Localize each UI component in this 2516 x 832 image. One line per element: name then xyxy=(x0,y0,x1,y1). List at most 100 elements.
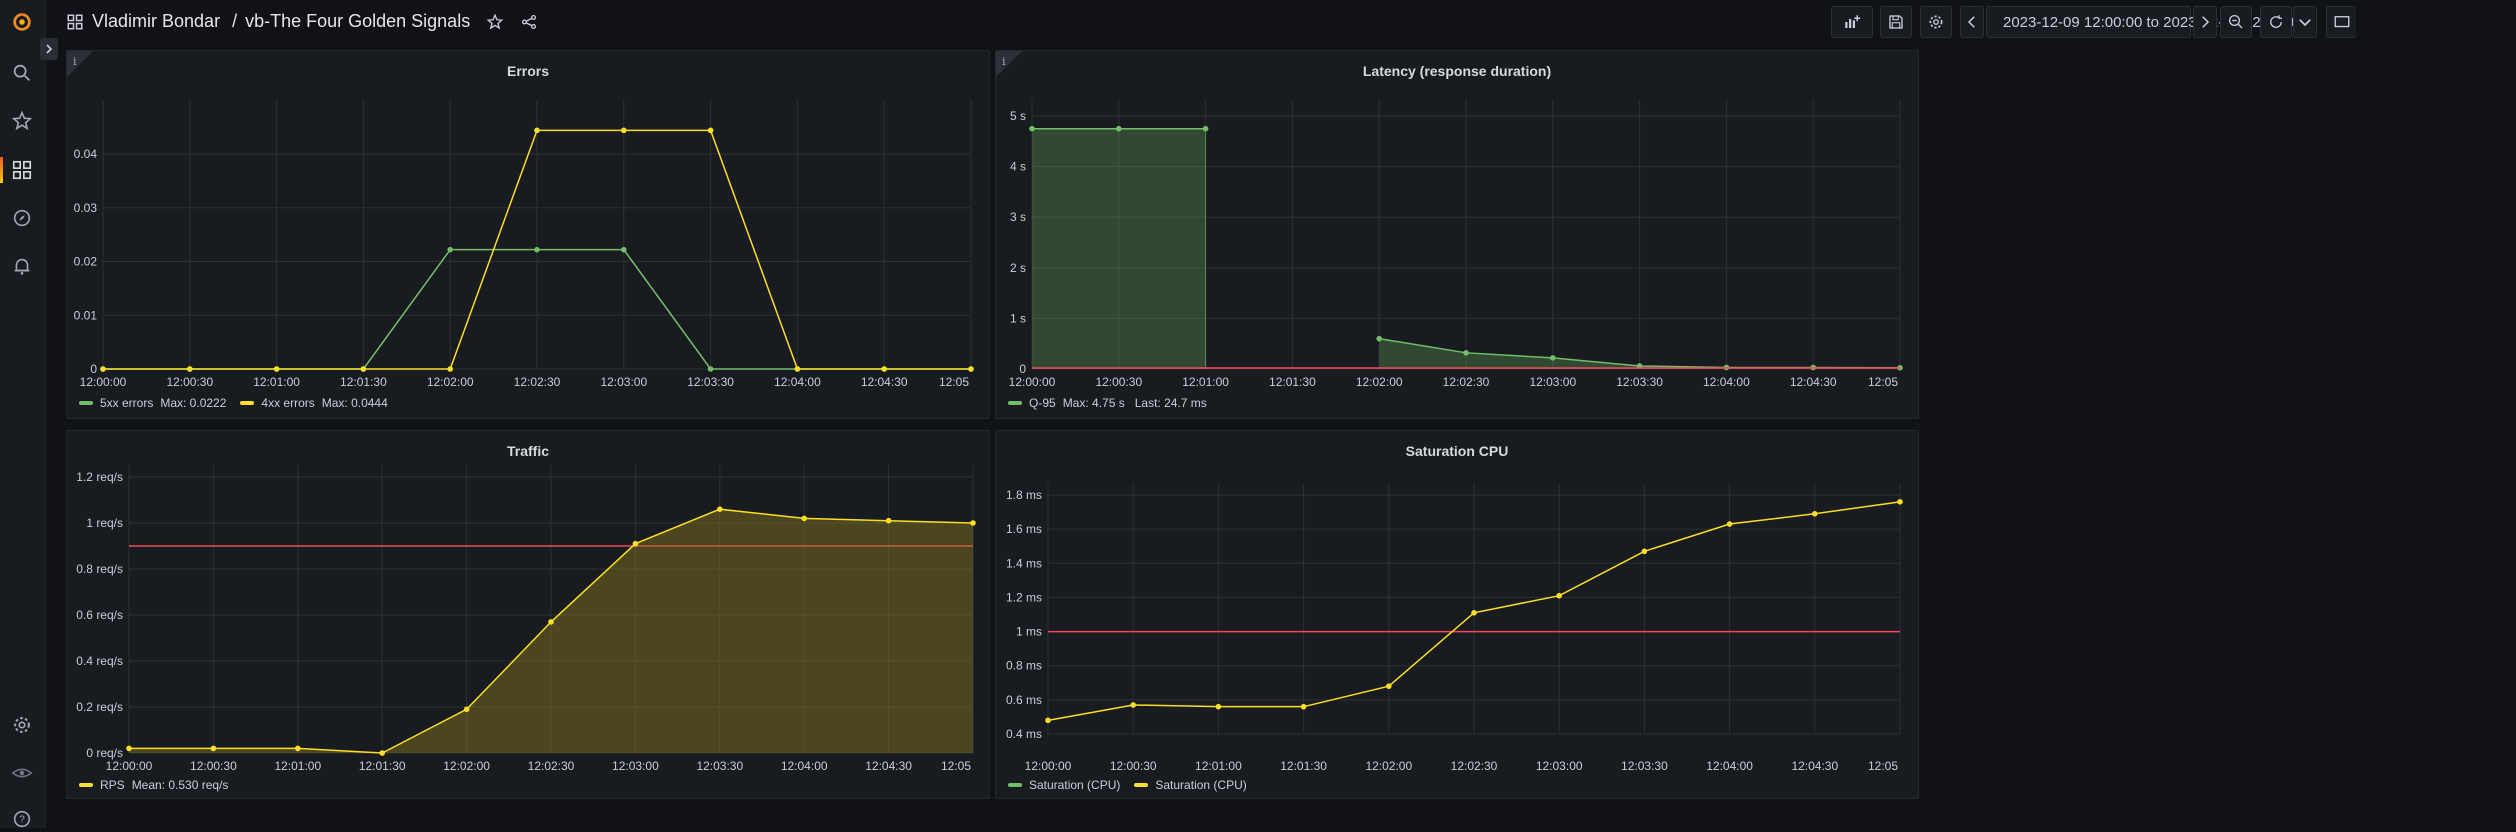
y-axis-tick-label: 0 xyxy=(90,362,97,376)
traffic-chart[interactable]: 12:00:00 12:00:30 12:01:00 12:01:30 12:02:00… xyxy=(67,431,991,800)
y-axis-tick-label: 0.6 req/s xyxy=(76,608,123,622)
x-axis-tick-label: 12:00:30 xyxy=(190,759,237,773)
x-axis-tick-label: 12:02:00 xyxy=(1356,375,1403,389)
save-dashboard-button[interactable] xyxy=(1880,6,1912,38)
y-axis-tick-label: 0.4 ms xyxy=(1006,727,1042,741)
grafana-logo-icon[interactable] xyxy=(9,9,35,35)
data-point xyxy=(126,745,132,752)
data-point xyxy=(885,517,892,524)
saturation-panel[interactable]: Saturation CPU 12:00:00 12:00:30 12:01:00 1… xyxy=(995,430,1919,799)
star-icon[interactable] xyxy=(486,13,504,31)
x-axis-tick-label: 12:03:00 xyxy=(600,375,647,389)
y-axis-tick-label: 0.6 ms xyxy=(1006,693,1042,707)
legend-stats: Max: 4.75 s Last: 24.7 ms xyxy=(1062,396,1207,410)
x-axis-tick-label: 12:04:00 xyxy=(1706,759,1753,773)
saturation-chart[interactable]: 12:00:00 12:00:30 12:01:00 12:01:30 12:02:00… xyxy=(996,431,1920,800)
legend-swatch xyxy=(79,783,93,787)
legend-stats: Mean: 0.530 req/s xyxy=(131,778,229,792)
data-point xyxy=(379,750,386,756)
y-axis-tick-label: 1.2 req/s xyxy=(76,470,123,484)
data-point xyxy=(1897,499,1903,505)
errors-chart[interactable]: 12:00:00 12:00:30 12:01:00 12:01:30 12:02:00… xyxy=(67,51,991,420)
refresh-button[interactable] xyxy=(2260,6,2292,38)
x-axis-tick-label: 12:01:30 xyxy=(340,375,387,389)
chevron-right-icon xyxy=(46,44,53,54)
data-point xyxy=(1202,125,1209,132)
x-axis-tick-label: 12:01:00 xyxy=(274,759,321,773)
data-point xyxy=(707,366,714,372)
folder-link[interactable]: Vladimir Bondar xyxy=(92,11,220,32)
chart-legend: RPS Mean: 0.530 req/s xyxy=(79,778,228,792)
refresh-interval-picker[interactable] xyxy=(2293,6,2317,38)
legend-item-rps[interactable]: RPS Mean: 0.530 req/s xyxy=(79,778,228,792)
y-axis-tick-label: 3 s xyxy=(1010,210,1026,224)
breadcrumb-separator: / xyxy=(232,11,238,31)
breadcrumb: Vladimir Bondar / vb-The Four Golden Sig… xyxy=(66,11,538,32)
expand-sidebar-button[interactable] xyxy=(40,38,58,60)
traffic-panel[interactable]: Traffic 12:00:00 12:00:30 12:01:00 12:01:30… xyxy=(66,430,990,799)
x-axis-tick-label: 12:01:00 xyxy=(1182,375,1229,389)
y-axis-tick-label: 1.4 ms xyxy=(1006,556,1042,570)
star-icon[interactable] xyxy=(9,108,35,134)
time-forward-button[interactable] xyxy=(2193,6,2217,38)
legend-item-saturation-yellow[interactable]: Saturation (CPU) xyxy=(1134,778,1247,792)
latency-panel[interactable]: i Latency (response duration) 12:00:00 12… xyxy=(995,50,1919,419)
data-point xyxy=(1556,592,1562,599)
preview-icon[interactable] xyxy=(9,760,35,786)
legend-item-q95[interactable]: Q-95 Max: 4.75 s Last: 24.7 ms xyxy=(1008,396,1207,410)
x-axis-tick-label: 12:01:00 xyxy=(253,375,300,389)
data-point xyxy=(1116,125,1122,132)
settings-icon[interactable] xyxy=(9,712,35,738)
y-axis-tick-label: 1.8 ms xyxy=(1006,488,1042,502)
data-point xyxy=(534,127,540,134)
legend-series-name: RPS xyxy=(100,778,125,792)
add-panel-button[interactable] xyxy=(1831,6,1873,38)
legend-swatch xyxy=(1008,401,1022,405)
latency-chart[interactable]: 12:00:00 12:00:30 12:01:00 12:01:30 12:02:00… xyxy=(996,51,1920,420)
y-axis-tick-label: 0 req/s xyxy=(86,746,123,760)
data-point xyxy=(801,515,807,522)
x-axis-tick-label: 12:00:30 xyxy=(1095,375,1142,389)
search-icon[interactable] xyxy=(9,60,35,86)
time-back-button[interactable] xyxy=(1960,6,1984,38)
data-point xyxy=(447,366,454,372)
help-icon[interactable]: ? xyxy=(9,806,35,832)
x-axis-tick-label: 12:04:00 xyxy=(1703,375,1750,389)
legend-series-name: 4xx errors xyxy=(261,396,315,410)
data-point xyxy=(621,127,627,134)
data-point xyxy=(1045,717,1051,724)
time-range-label: 2023-12-09 12:00:00 to 2023-12-09 12:05:… xyxy=(2003,13,2303,31)
x-axis-tick-label: 12:02:30 xyxy=(528,759,575,773)
dashboards-icon[interactable] xyxy=(9,157,35,183)
tv-mode-icon xyxy=(2334,16,2349,28)
share-icon[interactable] xyxy=(520,13,538,31)
legend-swatch xyxy=(1134,783,1149,787)
view-mode-button[interactable] xyxy=(2326,6,2356,38)
x-axis-tick-label: 12:04:00 xyxy=(774,375,821,389)
data-point xyxy=(1726,521,1733,527)
dashboard-settings-button[interactable] xyxy=(1920,6,1952,38)
data-point xyxy=(548,619,554,625)
legend-series-name: 5xx errors xyxy=(100,396,154,410)
time-range-picker[interactable]: 2023-12-09 12:00:00 to 2023-12-09 12:05:… xyxy=(1986,6,2302,38)
time-forward-icon xyxy=(2202,16,2210,28)
x-axis-tick-label: 12:03:30 xyxy=(1616,375,1663,389)
dashboard-title[interactable]: vb-The Four Golden Signals xyxy=(245,11,470,32)
legend-item-saturation-green[interactable]: Saturation (CPU) xyxy=(1008,778,1120,792)
zoom-out-button[interactable] xyxy=(2220,6,2252,38)
data-point xyxy=(273,366,280,372)
x-axis-tick-label: 12:04:30 xyxy=(865,759,912,773)
chart-legend: 5xx errors Max: 0.0222 4xx errors Max: 0… xyxy=(79,396,388,410)
x-axis-tick-label: 12:02:00 xyxy=(427,375,474,389)
errors-panel[interactable]: i Errors 12:00:00 12:00:30 12:01:00 12:01:3… xyxy=(66,50,990,419)
active-nav-indicator xyxy=(0,157,3,183)
data-point xyxy=(1550,355,1556,361)
explore-icon[interactable] xyxy=(9,205,35,231)
add-panel-icon xyxy=(1845,15,1861,28)
legend-item-5xx[interactable]: 5xx errors Max: 0.0222 xyxy=(79,396,226,410)
legend-item-4xx[interactable]: 4xx errors Max: 0.0444 xyxy=(240,396,388,410)
x-axis-tick-label: 12:00:00 xyxy=(1025,759,1072,773)
alerting-icon[interactable] xyxy=(9,253,35,279)
data-point xyxy=(1215,703,1222,710)
data-point xyxy=(1376,335,1382,342)
